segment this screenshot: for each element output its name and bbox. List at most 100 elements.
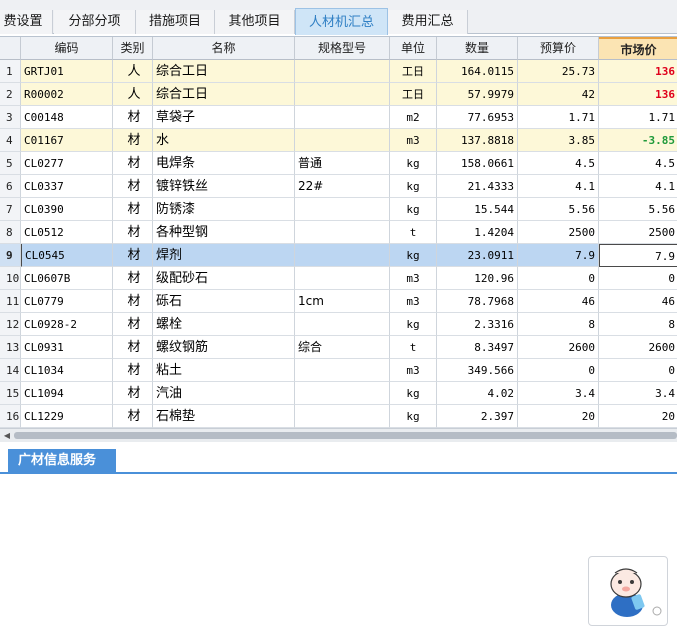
cell-market[interactable]: 136 (599, 83, 677, 106)
cell-name[interactable]: 螺栓 (153, 313, 295, 336)
cell-qty[interactable]: 4.02 (437, 382, 518, 405)
cell-type[interactable]: 人 (113, 60, 153, 83)
cell-market[interactable]: 2500 (599, 221, 677, 244)
cell-qty[interactable]: 2.397 (437, 405, 518, 428)
cell-unit[interactable]: 工日 (390, 83, 437, 106)
cell-num[interactable]: 9 (0, 244, 21, 267)
cell-spec[interactable] (295, 60, 390, 83)
cell-spec[interactable] (295, 313, 390, 336)
header-code[interactable]: 编码 (21, 37, 113, 60)
cell-spec[interactable]: 22# (295, 175, 390, 198)
cell-market[interactable]: 4.5 (599, 152, 677, 175)
table-row[interactable]: 16 CL1229 材石棉垫 kg 2.397 20 20 (0, 405, 677, 428)
cell-budget[interactable]: 3.85 (518, 129, 599, 152)
cell-code[interactable]: CL1094 (21, 382, 113, 405)
cell-code[interactable]: C01167 (21, 129, 113, 152)
cell-num[interactable]: 16 (0, 405, 21, 428)
cell-budget[interactable]: 5.56 (518, 198, 599, 221)
cell-num[interactable]: 7 (0, 198, 21, 221)
table-row[interactable]: 6 CL0337 材镀锌铁丝 22# kg 21.4333 4.1 4.1 (0, 175, 677, 198)
cell-type[interactable]: 材 (113, 313, 153, 336)
cell-budget[interactable]: 0 (518, 359, 599, 382)
cell-num[interactable]: 12 (0, 313, 21, 336)
cell-qty[interactable]: 78.7968 (437, 290, 518, 313)
cell-type[interactable]: 材 (113, 336, 153, 359)
cell-name[interactable]: 焊剂 (153, 244, 295, 267)
scrollbar-thumb[interactable] (14, 432, 677, 439)
table-row[interactable]: 4 C01167 材水 m3 137.8818 3.85 -3.85 (0, 129, 677, 152)
cell-code[interactable]: CL0337 (21, 175, 113, 198)
cell-code[interactable]: CL1229 (21, 405, 113, 428)
table-row[interactable]: 5 CL0277 材电焊条 普通 kg 158.0661 4.5 4.5 (0, 152, 677, 175)
cell-unit[interactable]: 工日 (390, 60, 437, 83)
cell-market[interactable]: 46 (599, 290, 677, 313)
cell-code[interactable]: CL0512 (21, 221, 113, 244)
cell-name[interactable]: 粘土 (153, 359, 295, 382)
table-row[interactable]: 11 CL0779 材砾石 1cm m3 78.7968 46 46 (0, 290, 677, 313)
cell-type[interactable]: 材 (113, 129, 153, 152)
table-row[interactable]: 7 CL0390 材防锈漆 kg 15.544 5.56 5.56 (0, 198, 677, 221)
table-row[interactable]: 8 CL0512 材各种型钢 t 1.4204 2500 2500 (0, 221, 677, 244)
cell-name[interactable]: 汽油 (153, 382, 295, 405)
tab-cost-summary[interactable]: 费用汇总 (388, 10, 468, 34)
tab-fee-settings[interactable]: 费设置 (0, 10, 53, 34)
cell-type[interactable]: 材 (113, 405, 153, 428)
cell-name[interactable]: 级配砂石 (153, 267, 295, 290)
cell-market[interactable]: 136 (599, 60, 677, 83)
cell-num[interactable]: 10 (0, 267, 21, 290)
cell-code[interactable]: CL0779 (21, 290, 113, 313)
cell-budget[interactable]: 8 (518, 313, 599, 336)
cell-code[interactable]: GRTJ01 (21, 60, 113, 83)
cell-spec[interactable]: 1cm (295, 290, 390, 313)
cell-spec[interactable]: 普通 (295, 152, 390, 175)
cell-name[interactable]: 石棉垫 (153, 405, 295, 428)
cell-budget[interactable]: 46 (518, 290, 599, 313)
cell-code[interactable]: CL0545 (21, 244, 113, 267)
cell-budget[interactable]: 3.4 (518, 382, 599, 405)
cell-unit[interactable]: kg (390, 152, 437, 175)
header-unit[interactable]: 单位 (390, 37, 437, 60)
cell-name[interactable]: 螺纹钢筋 (153, 336, 295, 359)
cell-unit[interactable]: m3 (390, 267, 437, 290)
cell-budget[interactable]: 7.9 (518, 244, 599, 267)
cell-code[interactable]: CL0390 (21, 198, 113, 221)
cell-spec[interactable] (295, 405, 390, 428)
cell-code[interactable]: CL1034 (21, 359, 113, 382)
cell-unit[interactable]: kg (390, 405, 437, 428)
table-row[interactable]: 15 CL1094 材汽油 kg 4.02 3.4 3.4 (0, 382, 677, 405)
cell-qty[interactable]: 349.566 (437, 359, 518, 382)
cell-market[interactable]: 20 (599, 405, 677, 428)
cell-spec[interactable]: 综合 (295, 336, 390, 359)
cell-type[interactable]: 材 (113, 290, 153, 313)
table-row[interactable]: 1 GRTJ01 人综合工日 工日 164.0115 25.73 136 (0, 60, 677, 83)
cell-spec[interactable] (295, 244, 390, 267)
tab-measures[interactable]: 措施项目 (136, 10, 215, 34)
cell-unit[interactable]: kg (390, 244, 437, 267)
cell-unit[interactable]: t (390, 336, 437, 359)
cell-market[interactable]: 0 (599, 267, 677, 290)
cell-qty[interactable]: 23.0911 (437, 244, 518, 267)
cell-market[interactable]: 3.4 (599, 382, 677, 405)
header-quantity[interactable]: 数量 (437, 37, 518, 60)
cell-qty[interactable]: 164.0115 (437, 60, 518, 83)
cell-name[interactable]: 镀锌铁丝 (153, 175, 295, 198)
cell-qty[interactable]: 15.544 (437, 198, 518, 221)
cell-code[interactable]: R00002 (21, 83, 113, 106)
cell-qty[interactable]: 120.96 (437, 267, 518, 290)
cell-qty[interactable]: 77.6953 (437, 106, 518, 129)
cell-spec[interactable] (295, 83, 390, 106)
cell-code[interactable]: CL0931 (21, 336, 113, 359)
cell-name[interactable]: 草袋子 (153, 106, 295, 129)
cell-unit[interactable]: kg (390, 175, 437, 198)
horizontal-scrollbar[interactable]: ◀ (0, 428, 677, 442)
cell-spec[interactable] (295, 198, 390, 221)
cell-num[interactable]: 2 (0, 83, 21, 106)
triangle-left-icon[interactable]: ◀ (1, 429, 13, 442)
cell-market[interactable]: 5.56 (599, 198, 677, 221)
cell-market[interactable]: 7.9 (599, 244, 677, 267)
cell-name[interactable]: 电焊条 (153, 152, 295, 175)
cell-unit[interactable]: m2 (390, 106, 437, 129)
cell-spec[interactable] (295, 382, 390, 405)
cell-budget[interactable]: 25.73 (518, 60, 599, 83)
table-row[interactable]: 10 CL0607B 材级配砂石 m3 120.96 0 0 (0, 267, 677, 290)
